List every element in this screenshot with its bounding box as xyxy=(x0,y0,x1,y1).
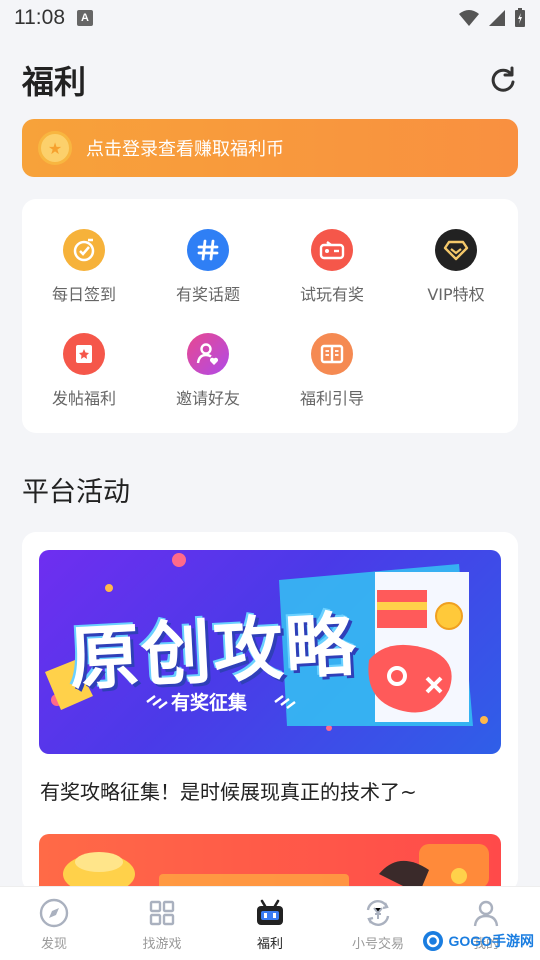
page-header: 福利 xyxy=(0,52,540,108)
person-icon xyxy=(470,897,502,929)
watermark-text: GOGO手游网 xyxy=(448,933,534,949)
refresh-icon xyxy=(491,66,515,92)
grid-item-label: 有奖话题 xyxy=(175,285,240,304)
grid-item-label: 福利引导 xyxy=(299,389,364,408)
refresh-button[interactable] xyxy=(488,65,518,95)
site-watermark: GOGO手游网 xyxy=(422,930,534,952)
grid-icon xyxy=(146,897,178,929)
grid-item-label: VIP特权 xyxy=(427,285,485,304)
vip-diamond-icon xyxy=(435,229,477,271)
grid-item-label: 每日签到 xyxy=(51,285,116,304)
wifi-icon xyxy=(459,10,479,26)
activity-poster[interactable]: 原创攻略 有奖征集 xyxy=(39,550,501,754)
login-banner[interactable]: ★ 点击登录查看赚取福利币 xyxy=(22,119,518,177)
compass-icon xyxy=(38,897,70,929)
tab-account-trade[interactable]: 小号交易 xyxy=(324,887,432,960)
tab-find-games[interactable]: 找游戏 xyxy=(108,887,216,960)
post-icon xyxy=(63,333,105,375)
guide-book-icon xyxy=(311,333,353,375)
grid-item-trial[interactable]: 试玩有奖 xyxy=(270,229,394,305)
hash-icon xyxy=(187,229,229,271)
robot-icon xyxy=(254,897,286,929)
grid-item-label: 邀请好友 xyxy=(175,389,240,408)
tab-welfare[interactable]: 福利 xyxy=(216,887,324,960)
tab-label: 福利 xyxy=(256,937,283,952)
poster2-decoration xyxy=(63,844,489,892)
notification-icon: A xyxy=(77,10,93,26)
poster-subtitle: 有奖征集 xyxy=(171,692,248,714)
grid-item-label: 试玩有奖 xyxy=(299,285,364,304)
gamepad-icon xyxy=(311,229,353,271)
watermark-logo-icon xyxy=(423,931,444,951)
status-time: 11:08 xyxy=(14,6,65,29)
battery-icon xyxy=(515,8,525,27)
grid-item-invite[interactable]: 邀请好友 xyxy=(146,333,270,409)
activity-card[interactable]: 原创攻略 有奖征集 有奖攻略征集！是时候展现真正的技术了~ xyxy=(22,532,518,892)
benefits-grid: 每日签到 有奖话题 试玩有奖 VIP特权 发帖福利 邀请好友 福利引导 xyxy=(22,199,518,433)
tab-label: 小号交易 xyxy=(351,937,404,952)
activity-caption: 有奖攻略征集！是时候展现真正的技术了~ xyxy=(40,780,417,804)
tab-discover[interactable]: 发现 xyxy=(0,887,108,960)
checkin-icon xyxy=(63,229,105,271)
grid-item-label: 发帖福利 xyxy=(51,389,116,408)
tab-label: 发现 xyxy=(40,937,67,952)
invite-friend-icon xyxy=(187,333,229,375)
section-title: 平台活动 xyxy=(22,477,130,508)
coin-icon: ★ xyxy=(38,131,72,165)
login-banner-text: 点击登录查看赚取福利币 xyxy=(86,139,284,160)
grid-item-guide[interactable]: 福利引导 xyxy=(270,333,394,409)
grid-item-vip[interactable]: VIP特权 xyxy=(394,229,518,305)
status-bar: 11:08 A xyxy=(0,0,540,36)
grid-item-daily-checkin[interactable]: 每日签到 xyxy=(22,229,146,305)
signal-icon xyxy=(489,10,505,26)
page-title: 福利 xyxy=(22,63,87,101)
activity-poster-second[interactable] xyxy=(39,834,501,892)
grid-item-post-reward[interactable]: 发帖福利 xyxy=(22,333,146,409)
exchange-icon xyxy=(362,897,394,929)
tab-label: 找游戏 xyxy=(142,937,182,952)
grid-item-topic[interactable]: 有奖话题 xyxy=(146,229,270,305)
